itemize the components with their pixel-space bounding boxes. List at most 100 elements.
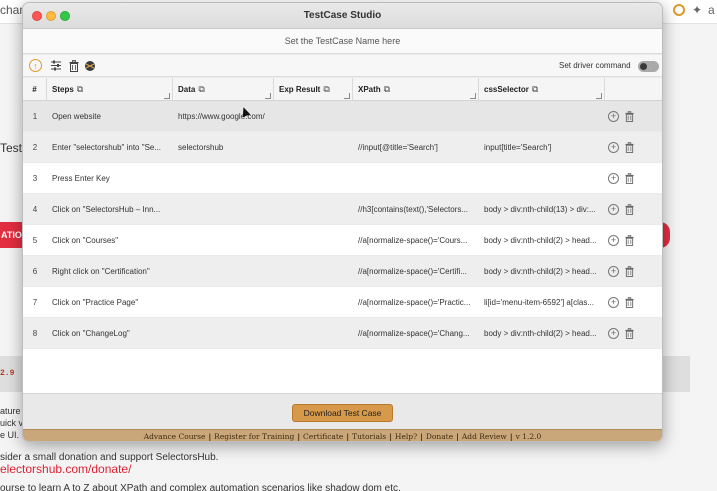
- data-cell[interactable]: selectorshub: [173, 132, 274, 163]
- header-steps[interactable]: Steps ⧉: [47, 78, 173, 101]
- extension-icon[interactable]: [673, 4, 685, 16]
- footer-link[interactable]: Register for Training: [214, 432, 294, 441]
- add-step-icon[interactable]: +: [608, 111, 619, 122]
- css-selector-cell[interactable]: body > div:nth-child(13) > div:...: [479, 194, 605, 225]
- delete-step-icon[interactable]: [624, 328, 635, 339]
- header-exp-result[interactable]: Exp Result ⧉: [274, 78, 353, 101]
- xpath-cell[interactable]: //input[@title='Search']: [353, 132, 479, 163]
- header-data[interactable]: Data ⧉: [173, 78, 274, 101]
- css-selector-cell[interactable]: [479, 163, 605, 194]
- resize-handle[interactable]: [265, 93, 271, 99]
- sliders-icon[interactable]: [49, 59, 62, 72]
- resize-handle[interactable]: [164, 93, 170, 99]
- css-selector-cell[interactable]: body > div:nth-child(2) > head...: [479, 318, 605, 349]
- footer-link[interactable]: Tutorials: [352, 432, 386, 441]
- css-selector-cell[interactable]: [479, 101, 605, 132]
- trash-icon[interactable]: [67, 59, 80, 72]
- add-step-icon[interactable]: +: [608, 328, 619, 339]
- add-step-icon[interactable]: +: [608, 235, 619, 246]
- exp-result-cell[interactable]: [274, 163, 353, 194]
- data-cell[interactable]: [173, 256, 274, 287]
- data-cell[interactable]: [173, 287, 274, 318]
- resize-handle[interactable]: [470, 93, 476, 99]
- testcase-name-input[interactable]: [23, 29, 662, 53]
- step-cell[interactable]: Click on "ChangeLog": [47, 318, 173, 349]
- driver-command-toggle[interactable]: [638, 61, 659, 72]
- exp-result-cell[interactable]: [274, 318, 353, 349]
- table-row[interactable]: 8 Click on "ChangeLog" //a[normalize-space…: [23, 318, 662, 349]
- add-step-icon[interactable]: +: [608, 266, 619, 277]
- xpath-cell[interactable]: [353, 163, 479, 194]
- xpath-cell[interactable]: //a[normalize-space()='Certifi...: [353, 256, 479, 287]
- exp-result-cell[interactable]: [274, 132, 353, 163]
- data-cell[interactable]: https://www.google.com/: [173, 101, 274, 132]
- header-css-selector[interactable]: cssSelector ⧉: [479, 78, 605, 101]
- step-cell[interactable]: Press Enter Key: [47, 163, 173, 194]
- record-icon[interactable]: ↑: [29, 59, 42, 72]
- copy-icon[interactable]: ⧉: [532, 84, 538, 94]
- footer-link[interactable]: Help?: [395, 432, 417, 441]
- step-cell[interactable]: Click on "Courses": [47, 225, 173, 256]
- copy-icon[interactable]: ⧉: [77, 84, 83, 94]
- exp-result-cell[interactable]: [274, 256, 353, 287]
- header-xpath[interactable]: XPath ⧉: [353, 78, 479, 101]
- delete-step-icon[interactable]: [624, 173, 635, 184]
- footer-link[interactable]: Advance Course: [144, 432, 206, 441]
- table-row[interactable]: 6 Right click on "Certification" //a[norma…: [23, 256, 662, 287]
- copy-icon[interactable]: ⧉: [384, 84, 390, 94]
- xpath-cell[interactable]: //a[normalize-space()='Chang...: [353, 318, 479, 349]
- data-cell[interactable]: [173, 225, 274, 256]
- table-row[interactable]: 3 Press Enter Key +: [23, 163, 662, 194]
- css-selector-cell[interactable]: input[title='Search']: [479, 132, 605, 163]
- resize-handle[interactable]: [596, 93, 602, 99]
- step-cell[interactable]: Click on "SelectorsHub – Inn...: [47, 194, 173, 225]
- data-cell[interactable]: [173, 194, 274, 225]
- delete-step-icon[interactable]: [624, 266, 635, 277]
- delete-step-icon[interactable]: [624, 204, 635, 215]
- exp-result-cell[interactable]: [274, 101, 353, 132]
- add-step-icon[interactable]: +: [608, 204, 619, 215]
- exp-result-cell[interactable]: [274, 194, 353, 225]
- data-cell[interactable]: [173, 163, 274, 194]
- footer-link[interactable]: Add Review: [462, 432, 507, 441]
- xpath-cell[interactable]: //h3[contains(text(),'Selectors...: [353, 194, 479, 225]
- css-selector-cell[interactable]: li[id='menu-item-6592'] a[clas...: [479, 287, 605, 318]
- title-bar[interactable]: TestCase Studio: [23, 3, 662, 29]
- table-row[interactable]: 2 Enter "selectorshub" into "Se... selecto…: [23, 132, 662, 163]
- delete-step-icon[interactable]: [624, 297, 635, 308]
- bug-icon[interactable]: [83, 59, 96, 72]
- footer-link[interactable]: Certificate: [303, 432, 343, 441]
- exp-result-cell[interactable]: [274, 287, 353, 318]
- exp-result-cell[interactable]: [274, 225, 353, 256]
- header-actions: [605, 78, 662, 101]
- table-row[interactable]: 4 Click on "SelectorsHub – Inn... //h3[con…: [23, 194, 662, 225]
- add-step-icon[interactable]: +: [608, 173, 619, 184]
- delete-step-icon[interactable]: [624, 235, 635, 246]
- puzzle-icon[interactable]: ✦: [692, 3, 702, 17]
- add-step-icon[interactable]: +: [608, 297, 619, 308]
- css-selector-cell[interactable]: body > div:nth-child(2) > head...: [479, 256, 605, 287]
- xpath-cell[interactable]: [353, 101, 479, 132]
- xpath-cell[interactable]: //a[normalize-space()='Cours...: [353, 225, 479, 256]
- css-selector-cell[interactable]: body > div:nth-child(2) > head...: [479, 225, 605, 256]
- data-cell[interactable]: [173, 318, 274, 349]
- copy-icon[interactable]: ⧉: [323, 84, 329, 94]
- delete-step-icon[interactable]: [624, 111, 635, 122]
- download-test-case-button[interactable]: Download Test Case: [292, 404, 393, 422]
- table-row[interactable]: 7 Click on "Practice Page" //a[normalize-s…: [23, 287, 662, 318]
- add-step-icon[interactable]: +: [608, 142, 619, 153]
- bg-donation-link[interactable]: electorshub.com/donate/: [0, 462, 131, 476]
- step-cell[interactable]: Click on "Practice Page": [47, 287, 173, 318]
- step-cell[interactable]: Open website: [47, 101, 173, 132]
- step-cell[interactable]: Enter "selectorshub" into "Se...: [47, 132, 173, 163]
- bg-promo-button[interactable]: ATIO: [0, 222, 24, 248]
- table-row[interactable]: 5 Click on "Courses" //a[normalize-space()…: [23, 225, 662, 256]
- delete-step-icon[interactable]: [624, 142, 635, 153]
- table-row[interactable]: 1 Open website https://www.google.com/ +: [23, 101, 662, 132]
- step-cell[interactable]: Right click on "Certification": [47, 256, 173, 287]
- footer-link[interactable]: Donate: [426, 432, 453, 441]
- profile-icon[interactable]: a: [708, 3, 715, 17]
- copy-icon[interactable]: ⧉: [198, 84, 204, 94]
- xpath-cell[interactable]: //a[normalize-space()='Practic...: [353, 287, 479, 318]
- resize-handle[interactable]: [344, 93, 350, 99]
